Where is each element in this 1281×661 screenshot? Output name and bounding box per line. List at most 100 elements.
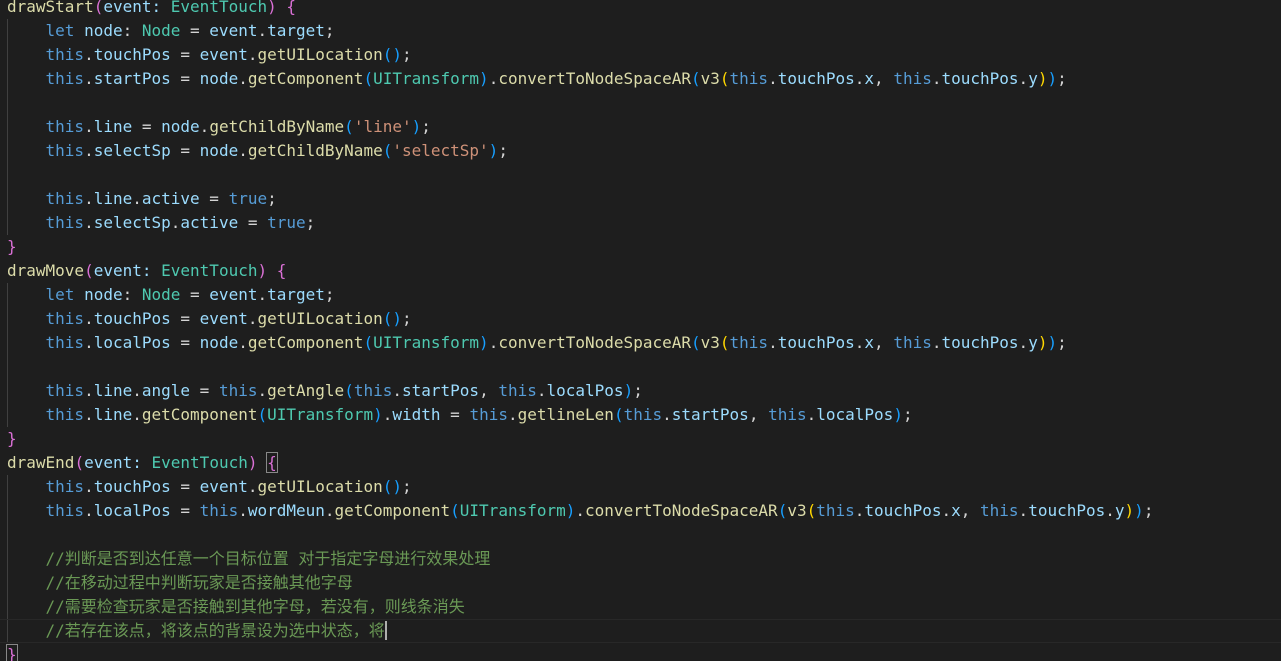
code-token: this (7, 69, 85, 88)
code-token: node (199, 141, 239, 160)
code-line[interactable]: //判断是否到达任意一个目标位置 对于指定字母进行效果处理 (7, 547, 491, 571)
code-token: ( (719, 69, 730, 88)
code-line[interactable]: this.line.getComponent(UITransform).widt… (7, 403, 913, 427)
code-token: . (257, 381, 268, 400)
code-token: getChildByName (247, 141, 383, 160)
code-token: this (7, 333, 85, 352)
code-token: . (84, 333, 94, 352)
code-token: active (180, 213, 239, 232)
text-cursor (384, 621, 387, 640)
code-token: x (951, 501, 961, 520)
code-line[interactable]: //需要检查玩家是否接触到其他字母，若没有，则线条消失 (7, 595, 465, 619)
code-line[interactable]: } (6, 643, 18, 661)
code-token: ) (479, 333, 489, 352)
code-token: node (199, 333, 239, 352)
code-token: getlineLen (517, 405, 614, 424)
code-token: . (84, 501, 94, 520)
code-line[interactable]: drawStart(event: EventTouch) { (7, 0, 296, 19)
code-token: node (161, 117, 200, 136)
code-token: //若存在该点，将该点的背景设为选中状态，将 (7, 621, 385, 640)
code-token: width (392, 405, 441, 424)
code-token: node (84, 21, 123, 40)
code-token: () (382, 309, 402, 328)
code-token: this (893, 333, 932, 352)
code-token: . (238, 501, 248, 520)
code-token: , (479, 381, 499, 400)
code-token: line (93, 381, 133, 400)
code-token: ( (450, 501, 460, 520)
code-line[interactable]: this.localPos = node.getComponent(UITran… (7, 331, 1067, 355)
code-line[interactable]: //在移动过程中判断玩家是否接触其他字母 (7, 571, 353, 595)
code-line[interactable]: this.startPos = node.getComponent(UITran… (7, 67, 1067, 91)
code-token: getComponent (334, 501, 451, 520)
code-line[interactable]: let node: Node = event.target; (7, 283, 335, 307)
code-token: ; (324, 285, 335, 304)
code-line[interactable]: this.touchPos = event.getUILocation(); (7, 43, 412, 67)
code-token: Node (141, 21, 181, 40)
code-token: drawMove (7, 261, 85, 280)
code-token: ) (247, 453, 268, 472)
code-line[interactable]: this.touchPos = event.getUILocation(); (7, 475, 412, 499)
code-token: startPos (93, 69, 171, 88)
code-token: . (132, 381, 142, 400)
code-token: this (7, 189, 85, 208)
code-token: this (768, 405, 807, 424)
code-token: touchPos (941, 69, 1019, 88)
code-token: touchPos (93, 309, 171, 328)
code-token: . (941, 501, 952, 520)
code-token: this (7, 309, 85, 328)
code-token: touchPos (777, 333, 855, 352)
code-line[interactable]: this.line.active = true; (7, 187, 277, 211)
code-token: this (7, 213, 85, 232)
code-token: ) (257, 261, 277, 280)
code-line[interactable]: this.localPos = this.wordMeun.getCompone… (7, 499, 1154, 523)
code-token: this (7, 141, 85, 160)
code-token: EventTouch (151, 453, 248, 472)
code-token: touchPos (941, 333, 1019, 352)
code-line[interactable]: } (7, 235, 17, 259)
code-token: selectSp (93, 141, 171, 160)
code-token: ) (488, 141, 499, 160)
code-token: convertToNodeSpaceAR (498, 69, 691, 88)
code-token: . (1018, 333, 1029, 352)
code-line[interactable]: drawMove(event: EventTouch) { (7, 259, 286, 283)
code-token: () (382, 45, 402, 64)
code-token: { (276, 261, 287, 280)
code-token: Node (141, 285, 181, 304)
code-line[interactable]: //若存在该点，将该点的背景设为选中状态，将 (7, 619, 387, 643)
code-token: ( (93, 0, 104, 16)
code-token: ; (902, 405, 913, 424)
code-token: , (874, 333, 894, 352)
code-editor[interactable]: drawStart(event: EventTouch) { let node:… (0, 0, 1281, 661)
code-line[interactable]: this.touchPos = event.getUILocation(); (7, 307, 412, 331)
code-line[interactable]: let node: Node = event.target; (7, 19, 335, 43)
code-token: getComponent (247, 69, 364, 88)
code-line[interactable]: } (7, 427, 17, 451)
code-token: ( (382, 141, 393, 160)
code-token: . (238, 69, 248, 88)
code-token: v3 (787, 501, 807, 520)
code-token: UITransform (267, 405, 374, 424)
code-token: . (84, 117, 94, 136)
code-token: { (266, 452, 278, 473)
code-token: node (84, 285, 123, 304)
code-token: . (132, 189, 142, 208)
code-token: ) (1134, 501, 1144, 520)
code-token: , (874, 69, 894, 88)
code-token: wordMeun (247, 501, 325, 520)
code-token: localPos (816, 405, 894, 424)
code-token: true (267, 213, 306, 232)
code-token: ( (84, 261, 94, 280)
code-token: . (84, 69, 94, 88)
code-token: () (382, 477, 402, 496)
code-line[interactable]: this.line.angle = this.getAngle(this.sta… (7, 379, 643, 403)
code-line[interactable]: this.selectSp = node.getChildByName('sel… (7, 139, 508, 163)
code-token: ( (690, 333, 701, 352)
code-line[interactable]: this.line = node.getChildByName('line'); (7, 115, 431, 139)
code-token: x (864, 333, 875, 352)
code-token: = (238, 213, 268, 232)
code-token: v3 (700, 69, 720, 88)
code-line[interactable]: drawEnd(event: EventTouch) { (7, 451, 278, 475)
code-line[interactable]: this.selectSp.active = true; (7, 211, 316, 235)
code-token: ( (363, 333, 374, 352)
